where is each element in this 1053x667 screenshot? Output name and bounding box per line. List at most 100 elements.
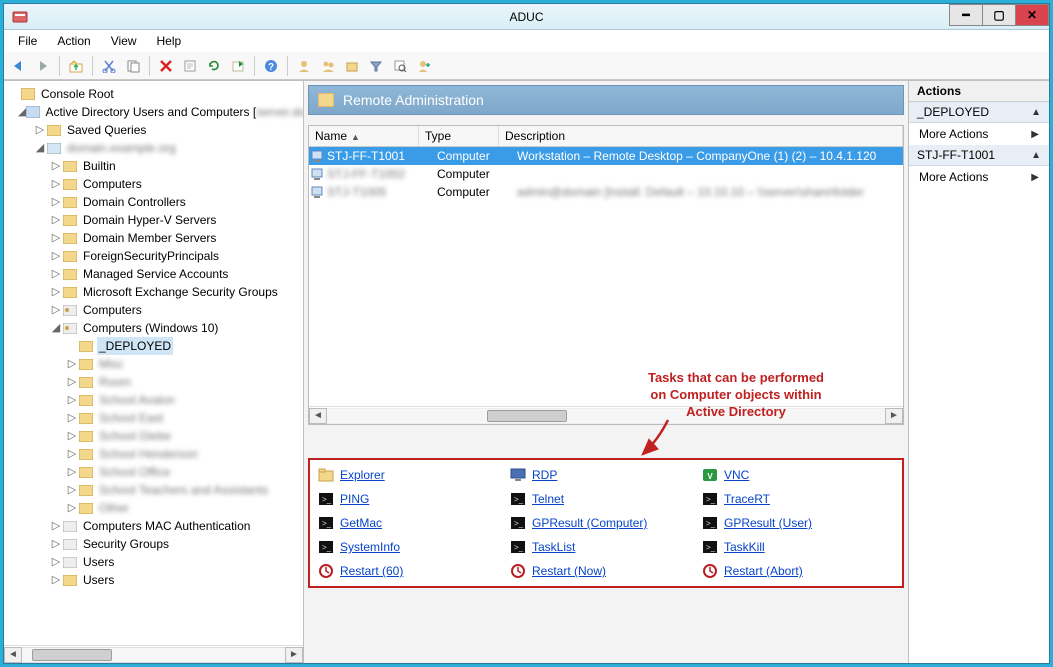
forward-icon[interactable] [32, 55, 54, 77]
close-button[interactable]: ✕ [1015, 4, 1049, 26]
tree-builtin[interactable]: ▷Builtin [8, 157, 301, 175]
ou-icon[interactable] [341, 55, 363, 77]
tree-security-groups[interactable]: ▷Security Groups [8, 535, 301, 553]
task-ping[interactable]: >_PING [318, 490, 510, 508]
task-link[interactable]: TaskList [532, 540, 575, 554]
tree-domain[interactable]: ◢ domain.example.org [8, 139, 301, 157]
copy-icon[interactable] [122, 55, 144, 77]
col-name[interactable]: Name [309, 126, 419, 146]
task-rdp[interactable]: RDP [510, 466, 702, 484]
tree-saved-queries[interactable]: ▷ Saved Queries [8, 121, 301, 139]
task-taskkill[interactable]: >_TaskKill [702, 538, 894, 556]
task-vnc[interactable]: VVNC [702, 466, 894, 484]
minimize-button[interactable]: ━ [949, 4, 983, 26]
task-link[interactable]: RDP [532, 468, 557, 482]
add-user-icon[interactable] [413, 55, 435, 77]
tree-console-root[interactable]: Console Root [8, 85, 301, 103]
tree-sub-ou[interactable]: ▷Room [8, 373, 301, 391]
maximize-button[interactable]: ▢ [982, 4, 1016, 26]
tree-deployed[interactable]: _DEPLOYED [8, 337, 301, 355]
menu-help[interactable]: Help [149, 32, 190, 50]
list-body[interactable]: STJ-FF-T1001ComputerWorkstation – Remote… [309, 147, 903, 406]
tree-fsp[interactable]: ▷ForeignSecurityPrincipals [8, 247, 301, 265]
tree-sub-ou[interactable]: ▷School Henderson [8, 445, 301, 463]
filter-icon[interactable] [365, 55, 387, 77]
tree-hyperv[interactable]: ▷Domain Hyper-V Servers [8, 211, 301, 229]
up-icon[interactable] [65, 55, 87, 77]
clock-icon [702, 563, 718, 579]
tree-sub-ou[interactable]: ▷School Glebe [8, 427, 301, 445]
tree-msa[interactable]: ▷Managed Service Accounts [8, 265, 301, 283]
tree-sub-ou[interactable]: ▷School Avalon [8, 391, 301, 409]
task-telnet[interactable]: >_Telnet [510, 490, 702, 508]
menu-file[interactable]: File [10, 32, 45, 50]
task-systeminfo[interactable]: >_SystemInfo [318, 538, 510, 556]
tree-sub-ou[interactable]: ▷Other [8, 499, 301, 517]
tree-sub-ou[interactable]: ▷School East [8, 409, 301, 427]
task-link[interactable]: PING [340, 492, 369, 506]
menu-action[interactable]: Action [49, 32, 98, 50]
tree-users[interactable]: ▷Users [8, 571, 301, 589]
list-row[interactable]: STJ-T1005Computeradmin@domain [Install: … [309, 183, 903, 201]
tree-users-ou[interactable]: ▷Users [8, 553, 301, 571]
export-icon[interactable] [227, 55, 249, 77]
task-link[interactable]: VNC [724, 468, 749, 482]
task-link[interactable]: SystemInfo [340, 540, 400, 554]
actions-more-deployed[interactable]: More Actions▶ [909, 123, 1049, 145]
task-explorer[interactable]: Explorer [318, 466, 510, 484]
list-row[interactable]: STJ-FF-T1001ComputerWorkstation – Remote… [309, 147, 903, 165]
tree-ou-computers[interactable]: ▷Computers [8, 301, 301, 319]
user-icon[interactable] [293, 55, 315, 77]
task-restart-60-[interactable]: Restart (60) [318, 562, 510, 580]
col-description[interactable]: Description [499, 126, 903, 146]
task-link[interactable]: TraceRT [724, 492, 770, 506]
task-link[interactable]: Restart (Abort) [724, 564, 803, 578]
scroll-left-icon[interactable]: ◄ [309, 408, 327, 424]
help-icon[interactable]: ? [260, 55, 282, 77]
actions-section-computer[interactable]: STJ-FF-T1001▲ [909, 145, 1049, 166]
task-getmac[interactable]: >_GetMac [318, 514, 510, 532]
tree-member-servers[interactable]: ▷Domain Member Servers [8, 229, 301, 247]
task-link[interactable]: Telnet [532, 492, 564, 506]
group-icon[interactable] [317, 55, 339, 77]
find-icon[interactable] [389, 55, 411, 77]
tree-exchange-groups[interactable]: ▷Microsoft Exchange Security Groups [8, 283, 301, 301]
properties-icon[interactable] [179, 55, 201, 77]
task-link[interactable]: Explorer [340, 468, 385, 482]
tree-sub-ou[interactable]: ▷Misc [8, 355, 301, 373]
col-type[interactable]: Type [419, 126, 499, 146]
task-gpresult-user-[interactable]: >_GPResult (User) [702, 514, 894, 532]
task-link[interactable]: GPResult (User) [724, 516, 812, 530]
tree-aduc[interactable]: ◢ Active Directory Users and Computers [… [8, 103, 301, 121]
task-gpresult-computer-[interactable]: >_GPResult (Computer) [510, 514, 702, 532]
tree-hscrollbar[interactable]: ◄ ► [4, 645, 303, 663]
scroll-left-icon[interactable]: ◄ [4, 647, 22, 663]
list-row[interactable]: STJ-FF-T1002Computer [309, 165, 903, 183]
actions-section-deployed[interactable]: _DEPLOYED▲ [909, 102, 1049, 123]
task-restart-abort-[interactable]: Restart (Abort) [702, 562, 894, 580]
scroll-right-icon[interactable]: ► [285, 647, 303, 663]
task-link[interactable]: Restart (60) [340, 564, 403, 578]
actions-more-computer[interactable]: More Actions▶ [909, 166, 1049, 188]
delete-icon[interactable] [155, 55, 177, 77]
task-restart-now-[interactable]: Restart (Now) [510, 562, 702, 580]
task-link[interactable]: Restart (Now) [532, 564, 606, 578]
task-link[interactable]: GetMac [340, 516, 382, 530]
task-tracert[interactable]: >_TraceRT [702, 490, 894, 508]
task-link[interactable]: TaskKill [724, 540, 765, 554]
menu-view[interactable]: View [103, 32, 145, 50]
tree-sub-ou[interactable]: ▷School Office [8, 463, 301, 481]
tree-sub-ou[interactable]: ▷School Teachers and Assistants [8, 481, 301, 499]
tree-ou-computers-w10[interactable]: ◢Computers (Windows 10) [8, 319, 301, 337]
tree-computers[interactable]: ▷Computers [8, 175, 301, 193]
list-hscrollbar[interactable]: ◄ ► [309, 406, 903, 424]
scroll-right-icon[interactable]: ► [885, 408, 903, 424]
tree-mac-auth[interactable]: ▷Computers MAC Authentication [8, 517, 301, 535]
tree-domain-controllers[interactable]: ▷Domain Controllers [8, 193, 301, 211]
task-tasklist[interactable]: >_TaskList [510, 538, 702, 556]
tree[interactable]: Console Root ◢ Active Directory Users an… [4, 81, 303, 645]
cut-icon[interactable] [98, 55, 120, 77]
task-link[interactable]: GPResult (Computer) [532, 516, 647, 530]
refresh-icon[interactable] [203, 55, 225, 77]
back-icon[interactable] [8, 55, 30, 77]
